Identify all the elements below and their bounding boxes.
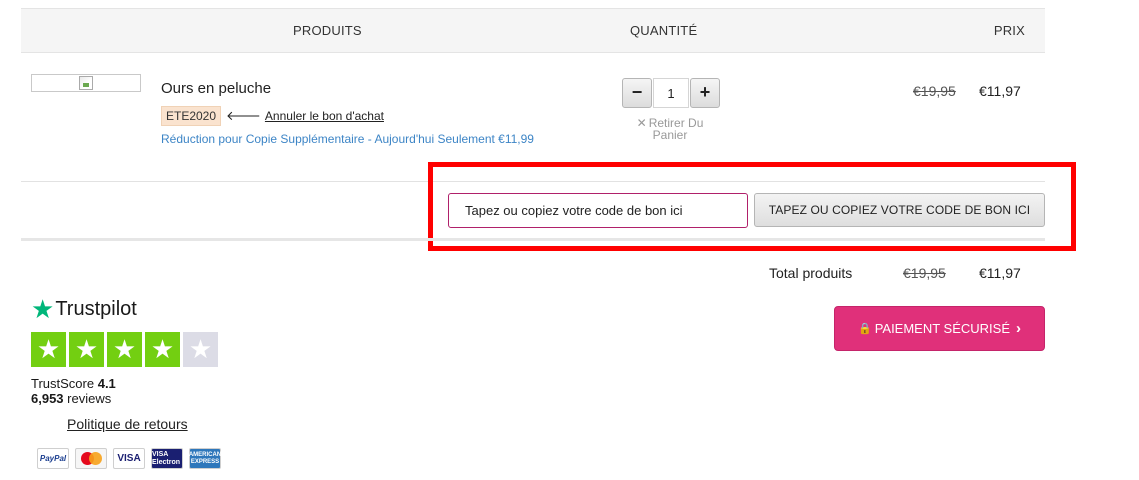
arrow-left-icon: 🡐 xyxy=(226,108,261,123)
decrement-button[interactable]: − xyxy=(622,78,652,108)
extra-copy-discount-link[interactable]: Réduction pour Copie Supplémentaire - Au… xyxy=(161,132,534,146)
visa-icon: VISA xyxy=(113,448,145,469)
applied-coupon: ETE2020 🡐 Annuler le bon d'achat xyxy=(161,106,384,126)
product-name[interactable]: Ours en peluche xyxy=(161,80,271,97)
quantity-stepper: − 1 + xyxy=(622,78,720,108)
discounted-price: €11,97 xyxy=(979,83,1021,99)
american-express-icon: AMERICAN EXPRESS xyxy=(189,448,221,469)
apply-coupon-button[interactable]: TAPEZ OU COPIEZ VOTRE CODE DE BON ICI xyxy=(754,193,1045,227)
trustpilot-star-icon: ★ xyxy=(31,294,55,324)
remove-label: Retirer Du Panier xyxy=(648,116,704,142)
original-price: €19,95 xyxy=(913,83,956,99)
coupon-code-input[interactable]: Tapez ou copiez votre code de bon ici xyxy=(448,193,748,228)
total-discounted-price: €11,97 xyxy=(979,265,1021,281)
visa-electron-icon: VISA Electron xyxy=(151,448,183,469)
chevron-right-icon: › xyxy=(1016,320,1022,337)
trustpilot-star-icon: ★ xyxy=(107,332,142,367)
trustscore-value: 4.1 xyxy=(97,376,116,391)
cart-table-header: PRODUITS QUANTITÉ PRIX xyxy=(21,8,1045,53)
trustpilot-star-icon: ★ xyxy=(69,332,104,367)
broken-image-icon xyxy=(79,76,93,90)
column-header-produits: PRODUITS xyxy=(293,23,362,38)
trustpilot-brand: Trustpilot xyxy=(55,297,137,320)
trustscore-label: TrustScore xyxy=(31,376,95,391)
paypal-icon: PayPal xyxy=(37,448,69,469)
secure-payment-label: PAIEMENT SÉCURISÉ xyxy=(874,321,1011,336)
reviews-count: 6,953 xyxy=(31,391,64,406)
trustpilot-star-icon: ★ xyxy=(145,332,180,367)
lock-icon: 🔒 xyxy=(857,323,872,335)
total-original-price: €19,95 xyxy=(903,265,946,281)
quantity-field[interactable]: 1 xyxy=(653,78,689,108)
trustpilot-logo[interactable]: ★ Trustpilot xyxy=(31,296,137,322)
cancel-coupon-link[interactable]: Annuler le bon d'achat xyxy=(265,109,384,123)
secure-payment-button[interactable]: 🔒 PAIEMENT SÉCURISÉ › xyxy=(834,306,1045,351)
product-image[interactable] xyxy=(31,74,141,92)
trustscore: TrustScore 4.1 6,953 reviews xyxy=(31,376,116,406)
payment-methods: PayPal VISA VISA Electron AMERICAN EXPRE… xyxy=(37,448,227,469)
section-divider xyxy=(21,238,1045,241)
coupon-code-badge: ETE2020 xyxy=(161,106,222,126)
returns-policy-link[interactable]: Politique de retours xyxy=(67,416,188,432)
total-label: Total produits xyxy=(769,265,853,281)
trustpilot-star-icon: ★ xyxy=(183,332,218,367)
trustpilot-rating-stars: ★ ★ ★ ★ ★ xyxy=(31,332,221,367)
column-header-quantite: QUANTITÉ xyxy=(630,23,698,38)
column-header-prix: PRIX xyxy=(993,23,1025,38)
reviews-label: reviews xyxy=(67,391,112,406)
remove-from-cart-link[interactable]: ✕ Retirer Du Panier xyxy=(630,117,710,141)
trustpilot-star-icon: ★ xyxy=(31,332,66,367)
increment-button[interactable]: + xyxy=(690,78,720,108)
close-icon: ✕ xyxy=(636,116,647,130)
mastercard-icon xyxy=(75,448,107,469)
